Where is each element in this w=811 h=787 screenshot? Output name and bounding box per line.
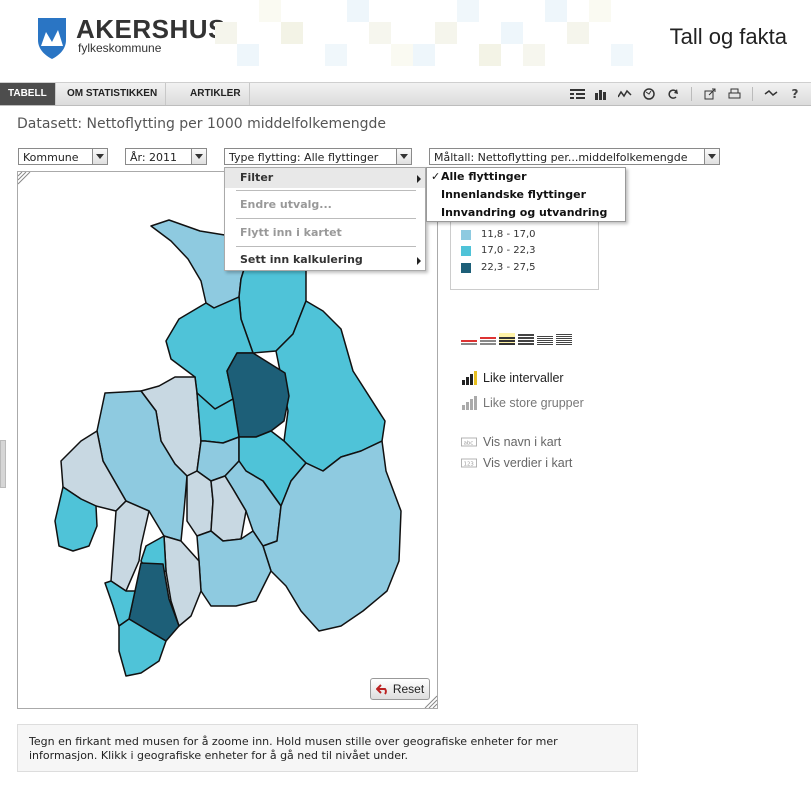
- coat-of-arms-icon: [38, 18, 66, 59]
- tab-om-statistikken[interactable]: OM STATISTIKKEN: [59, 83, 167, 105]
- menu-item-move-into-map[interactable]: Flytt inn i kartet: [225, 223, 425, 243]
- classes-5-icon[interactable]: [518, 333, 534, 345]
- region-center-light-1: [186, 470, 214, 537]
- classes-3-icon[interactable]: [480, 333, 496, 345]
- menu-item-label: Endre utvalg...: [240, 198, 332, 211]
- org-subtitle: fylkeskommune: [78, 41, 162, 55]
- map-help-text: Tegn en firkant med musen for å zoome in…: [17, 724, 638, 772]
- help-icon[interactable]: ?: [787, 87, 803, 101]
- move-type-select-value: Type flytting: Alle flyttinger: [229, 151, 379, 164]
- legend-swatch: [461, 245, 471, 256]
- move-type-select[interactable]: Type flytting: Alle flyttinger: [224, 148, 412, 165]
- classes-4-icon[interactable]: [499, 333, 515, 345]
- menu-item-label: Flytt inn i kartet: [240, 226, 342, 239]
- context-menu: Filter Endre utvalg... Flytt inn i karte…: [224, 167, 426, 271]
- menu-separator: [236, 190, 416, 191]
- option-label: Like store grupper: [483, 396, 584, 410]
- line-chart-icon[interactable]: [617, 87, 633, 101]
- legend-label: 11,8 - 17,0: [481, 229, 536, 240]
- tab-artikler[interactable]: ARTIKLER: [182, 83, 250, 105]
- region-south-mid: [196, 530, 272, 607]
- chevron-down-icon: [396, 149, 411, 164]
- option-label: Vis navn i kart: [483, 435, 562, 449]
- tab-tabell[interactable]: TABELL: [0, 83, 56, 105]
- option-label: Vis verdier i kart: [483, 456, 573, 470]
- option-show-names[interactable]: abc Vis navn i kart: [461, 435, 561, 449]
- tab-bar: TABELL OM STATISTIKKEN ARTIKLER ?: [0, 82, 811, 106]
- equal-intervals-icon: [462, 371, 477, 385]
- region-select[interactable]: Kommune: [18, 148, 108, 165]
- option-label: Like intervaller: [483, 371, 564, 385]
- measure-select[interactable]: Måltall: Nettoflytting per...middelfolke…: [429, 148, 720, 165]
- undo-icon: [375, 684, 387, 695]
- menu-separator: [236, 246, 416, 247]
- option-equal-intervals[interactable]: Like intervaller: [461, 371, 564, 385]
- toolbar-separator: [691, 87, 692, 101]
- menu-item-insert-calculation[interactable]: Sett inn kalkulering: [225, 250, 425, 270]
- toolbar-icons: ?: [565, 83, 807, 105]
- year-select[interactable]: År: 2011: [125, 148, 207, 165]
- option-equal-groups[interactable]: Like store grupper: [461, 396, 584, 410]
- equal-groups-icon: [462, 396, 477, 410]
- submenu-item-label: Innvandring og utvandring: [441, 206, 608, 219]
- classes-2-icon[interactable]: [461, 333, 477, 345]
- region-select-value: Kommune: [23, 151, 79, 164]
- refresh-icon[interactable]: [665, 87, 681, 101]
- svg-text:abc: abc: [464, 441, 474, 447]
- reset-label: Reset: [392, 682, 425, 696]
- side-panel-handle[interactable]: [0, 440, 6, 488]
- dataset-title: Datasett: Nettoflytting per 1000 middelf…: [17, 116, 386, 132]
- legend-item: 17,0 - 22,3: [461, 245, 536, 256]
- class-count-selector: [461, 333, 575, 345]
- toolbar-separator: [752, 87, 753, 101]
- submenu-item-label: Alle flyttinger: [441, 170, 527, 183]
- table-icon[interactable]: [569, 87, 585, 101]
- legend-item: 11,8 - 17,0: [461, 229, 536, 240]
- legend-swatch: [461, 262, 471, 273]
- menu-separator: [236, 218, 416, 219]
- print-icon[interactable]: [726, 87, 742, 101]
- svg-text:123: 123: [464, 462, 474, 468]
- app-title: Tall og fakta: [669, 24, 787, 49]
- legend-swatch: [461, 229, 471, 240]
- submenu-arrow-icon: [417, 175, 421, 183]
- menu-item-filter[interactable]: Filter: [225, 168, 425, 188]
- submenu-item-immigration-emigration[interactable]: Innvandring og utvandring: [427, 204, 607, 222]
- bar-chart-icon[interactable]: [593, 87, 609, 101]
- chevron-down-icon: [704, 149, 719, 164]
- checkmark-icon: ✓: [431, 170, 441, 183]
- header-decoration: [215, 0, 635, 82]
- legend-label: 22,3 - 27,5: [481, 262, 536, 273]
- measure-select-value: Måltall: Nettoflytting per...middelfolke…: [434, 151, 688, 164]
- show-names-icon: abc: [461, 437, 477, 447]
- menu-item-label: Filter: [240, 171, 274, 184]
- classes-7-icon[interactable]: [556, 333, 572, 345]
- map-legend: 11,8 - 17,0 17,0 - 22,3 22,3 - 27,5: [450, 213, 599, 290]
- chevron-down-icon: [92, 149, 107, 164]
- menu-item-label: Sett inn kalkulering: [240, 253, 363, 266]
- export-icon[interactable]: [702, 87, 718, 101]
- legend-item: 22,3 - 27,5: [461, 262, 536, 273]
- filter-submenu: ✓ Alle flyttinger Innenlandske flyttinge…: [426, 167, 626, 222]
- settings-icon[interactable]: [763, 87, 779, 101]
- submenu-item-label: Innenlandske flyttinger: [441, 188, 587, 201]
- map-icon[interactable]: [641, 87, 657, 101]
- submenu-arrow-icon: [417, 257, 421, 265]
- submenu-item-domestic-moves[interactable]: Innenlandske flyttinger: [427, 186, 586, 204]
- legend-label: 17,0 - 22,3: [481, 245, 536, 256]
- reset-button[interactable]: Reset: [370, 678, 430, 700]
- show-values-icon: 123: [461, 458, 477, 468]
- classes-6-icon[interactable]: [537, 333, 553, 345]
- submenu-item-all-moves[interactable]: ✓ Alle flyttinger: [427, 168, 527, 186]
- menu-item-edit-selection[interactable]: Endre utvalg...: [225, 195, 425, 215]
- year-select-value: År: 2011: [130, 151, 178, 164]
- chevron-down-icon: [191, 149, 206, 164]
- option-show-values[interactable]: 123 Vis verdier i kart: [461, 456, 572, 470]
